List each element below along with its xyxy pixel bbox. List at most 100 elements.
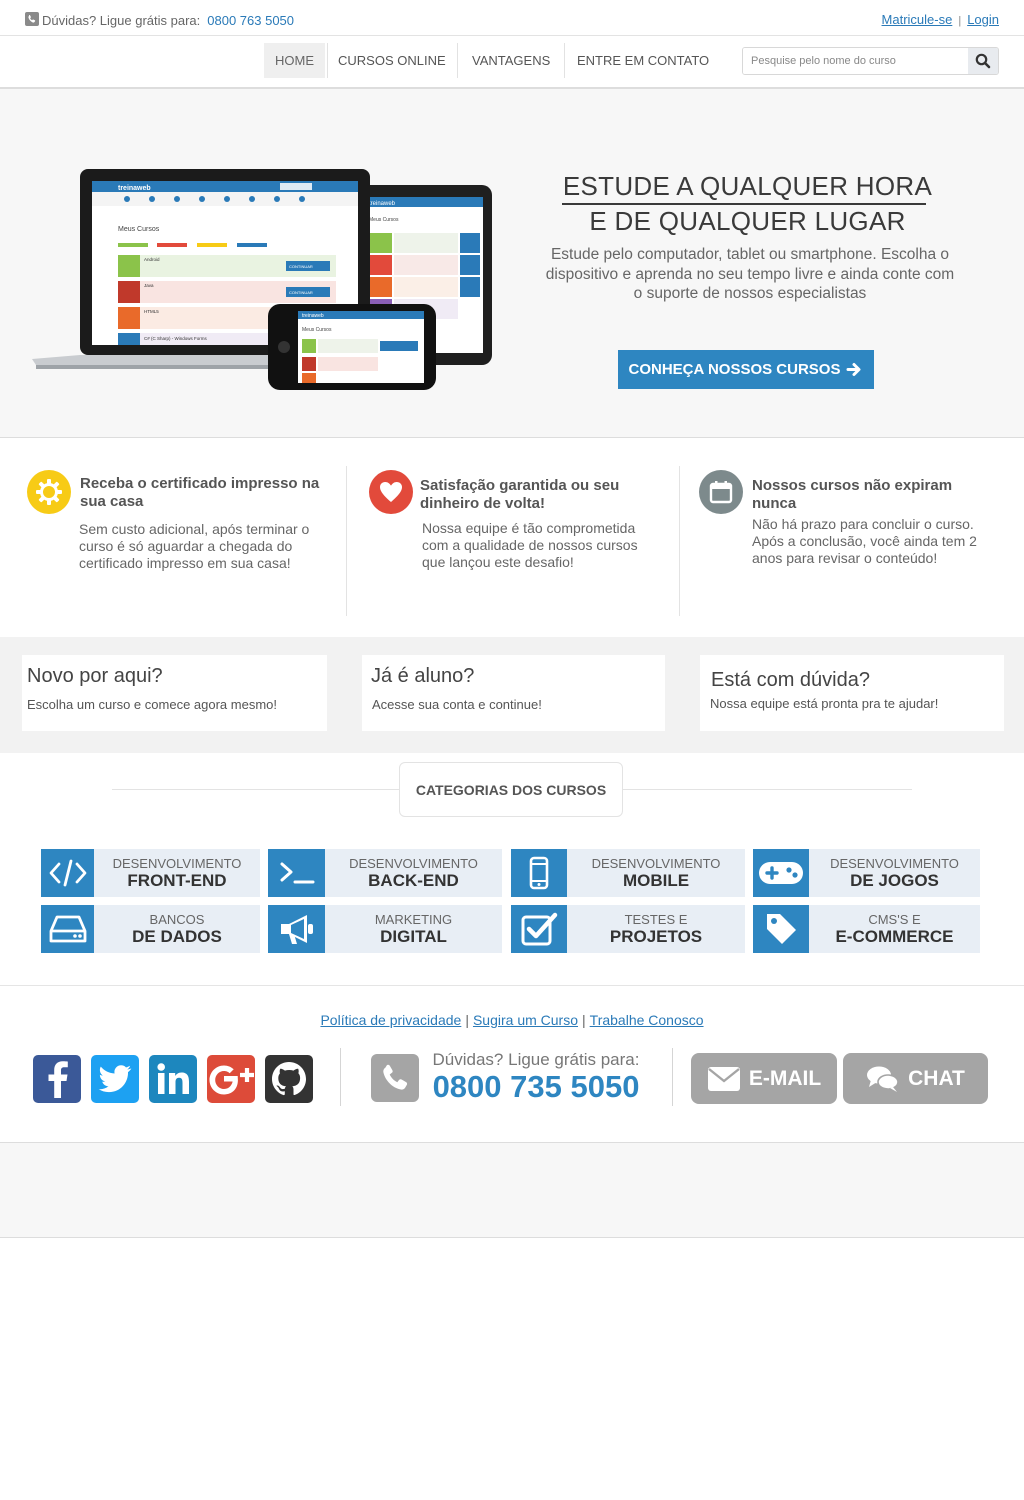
- cta-label: CONHEÇA NOSSOS CURSOS: [628, 361, 841, 378]
- top-bar: Dúvidas? Ligue grátis para: 0800 763 505…: [0, 0, 1024, 36]
- careers-link[interactable]: Trabalhe Conosco: [590, 1012, 704, 1028]
- hero-banner: treinaweb Meus Cursos treinaweb Meus Cur…: [0, 88, 1024, 438]
- svg-text:CONTINUAR: CONTINUAR: [289, 290, 313, 295]
- svg-text:CONTINUAR: CONTINUAR: [289, 264, 313, 269]
- category-top: TESTES E: [624, 912, 688, 927]
- chat-button[interactable]: CHAT: [843, 1053, 988, 1104]
- code-icon: [41, 849, 94, 897]
- github-icon[interactable]: [265, 1055, 313, 1103]
- box-existing-student[interactable]: Já é aluno? Acesse sua conta e continue!: [362, 655, 665, 731]
- nav-separator: [457, 43, 458, 78]
- nav-separator: [564, 43, 565, 78]
- category-mobile[interactable]: DESENVOLVIMENTO MOBILE: [511, 849, 745, 897]
- category-marketing[interactable]: MARKETING DIGITAL: [268, 905, 502, 953]
- twitter-icon[interactable]: [91, 1055, 139, 1103]
- search-box: [742, 47, 999, 75]
- phone-icon: [25, 12, 39, 29]
- footer-link-separator: |: [465, 1012, 469, 1028]
- google-plus-icon[interactable]: [207, 1055, 255, 1103]
- nav-cursos-online[interactable]: CURSOS ONLINE: [327, 43, 457, 78]
- category-top: DESENVOLVIMENTO: [112, 856, 242, 871]
- email-button[interactable]: E-MAIL: [691, 1053, 837, 1104]
- svg-text:treinaweb: treinaweb: [302, 313, 324, 319]
- heart-icon: [369, 470, 413, 514]
- login-link[interactable]: Login: [967, 12, 999, 27]
- svg-text:HTML5: HTML5: [144, 309, 159, 314]
- phone-number[interactable]: 0800 763 5050: [207, 13, 294, 28]
- footer-separator: [672, 1048, 673, 1106]
- svg-text:Meus Cursos: Meus Cursos: [302, 327, 332, 333]
- matricule-link[interactable]: Matricule-se: [882, 12, 953, 27]
- search-button[interactable]: [968, 48, 998, 74]
- top-phone: Dúvidas? Ligue grátis para: 0800 763 505…: [25, 12, 294, 29]
- calendar-icon: [699, 470, 743, 514]
- feature-guarantee: Satisfação garantida ou seu dinheiro de …: [369, 466, 669, 616]
- feature-separator: [679, 466, 680, 616]
- category-bottom: DE JOGOS: [850, 871, 939, 890]
- category-tests[interactable]: TESTES E PROJETOS: [511, 905, 745, 953]
- info-boxes-section: Novo por aqui? Escolha um curso e comece…: [0, 637, 1024, 753]
- feature-certificate: Receba o certificado impresso na sua cas…: [27, 466, 342, 616]
- search-input[interactable]: [743, 48, 968, 74]
- footer-links: Política de privacidade | Sugira um Curso |…: [0, 1012, 1024, 1028]
- category-back-end[interactable]: DESENVOLVIMENTO BACK-END: [268, 849, 502, 897]
- category-bottom: BACK-END: [368, 871, 459, 890]
- category-bottom: PROJETOS: [609, 927, 703, 946]
- box-text: Escolha um curso e comece agora mesmo!: [27, 697, 277, 712]
- checkbox-icon: [511, 905, 567, 953]
- account-links: Matricule-se | Login: [882, 12, 999, 27]
- feature-text: Nossa equipe é tão comprometida com a qu…: [422, 520, 638, 570]
- privacy-link[interactable]: Política de privacidade: [320, 1012, 461, 1028]
- suggest-course-link[interactable]: Sugira um Curso: [473, 1012, 578, 1028]
- footer-phone-prefix: Dúvidas? Ligue grátis para:: [432, 1050, 640, 1069]
- box-title: Já é aluno?: [371, 665, 475, 687]
- devices-illustration: treinaweb Meus Cursos treinaweb Meus Cur…: [32, 169, 492, 390]
- category-games[interactable]: DESENVOLVIMENTO DE JOGOS: [753, 849, 980, 897]
- box-help[interactable]: Está com dúvida? Nossa equipe está pront…: [700, 655, 1004, 731]
- certificate-seal-icon: [27, 470, 71, 514]
- nav-contato[interactable]: ENTRE EM CONTATO: [566, 43, 720, 78]
- category-top: DESENVOLVIMENTO: [591, 856, 721, 871]
- hero-title-rule: [562, 203, 926, 205]
- hero-title-line2: E DE QUALQUER LUGAR: [589, 206, 906, 236]
- nav-home[interactable]: HOME: [264, 43, 325, 78]
- feature-title: Receba o certificado impresso na sua cas…: [80, 475, 320, 510]
- category-top: DESENVOLVIMENTO: [349, 856, 478, 871]
- svg-text:Java: Java: [144, 283, 154, 288]
- facebook-icon[interactable]: [33, 1055, 81, 1103]
- feature-text: Sem custo adicional, após terminar o cur…: [79, 521, 310, 571]
- hero-title-line1: ESTUDE A QUALQUER HORA: [562, 171, 933, 201]
- envelope-icon: [707, 1066, 740, 1091]
- search-icon: [975, 53, 991, 69]
- box-title: Está com dúvida?: [711, 669, 870, 691]
- category-ecommerce[interactable]: CMS'S E E-COMMERCE: [753, 905, 980, 953]
- box-new-user[interactable]: Novo por aqui? Escolha um curso e comece…: [22, 655, 327, 731]
- footer-separator: [340, 1048, 341, 1106]
- category-databases[interactable]: BANCOS DE DADOS: [41, 905, 260, 953]
- linkedin-icon[interactable]: [149, 1055, 197, 1103]
- svg-text:Android: Android: [144, 257, 160, 262]
- link-separator: |: [958, 15, 962, 27]
- footer-phone-number[interactable]: 0800 735 5050: [426, 1070, 646, 1104]
- category-bottom: DE DADOS: [132, 927, 222, 946]
- phone-prefix: Dúvidas? Ligue grátis para:: [42, 13, 201, 28]
- svg-text:Meus Cursos: Meus Cursos: [118, 226, 160, 233]
- phone-icon: [371, 1054, 419, 1102]
- feature-title: Nossos cursos não expiram nunca: [752, 477, 953, 512]
- nav-vantagens[interactable]: VANTAGENS: [461, 43, 561, 78]
- cta-button[interactable]: CONHEÇA NOSSOS CURSOS: [618, 350, 874, 389]
- gamepad-icon: [753, 849, 809, 897]
- megaphone-icon: [268, 905, 325, 953]
- hard-drive-icon: [41, 905, 94, 953]
- svg-text:treinaweb: treinaweb: [369, 201, 396, 207]
- footer-link-separator: |: [582, 1012, 586, 1028]
- chat-bubbles-icon: [867, 1066, 899, 1092]
- category-front-end[interactable]: DESENVOLVIMENTO FRONT-END: [41, 849, 260, 897]
- box-text: Acesse sua conta e continue!: [372, 697, 542, 712]
- box-text: Nossa equipe está pronta pra te ajudar!: [710, 696, 939, 711]
- category-top: MARKETING: [374, 912, 453, 927]
- feature-no-expire: Nossos cursos não expiram nunca Não há p…: [699, 466, 999, 616]
- feature-text: Não há prazo para concluir o curso. Após…: [752, 516, 977, 566]
- category-bottom: DIGITAL: [380, 927, 447, 946]
- footer-divider: [0, 985, 1024, 986]
